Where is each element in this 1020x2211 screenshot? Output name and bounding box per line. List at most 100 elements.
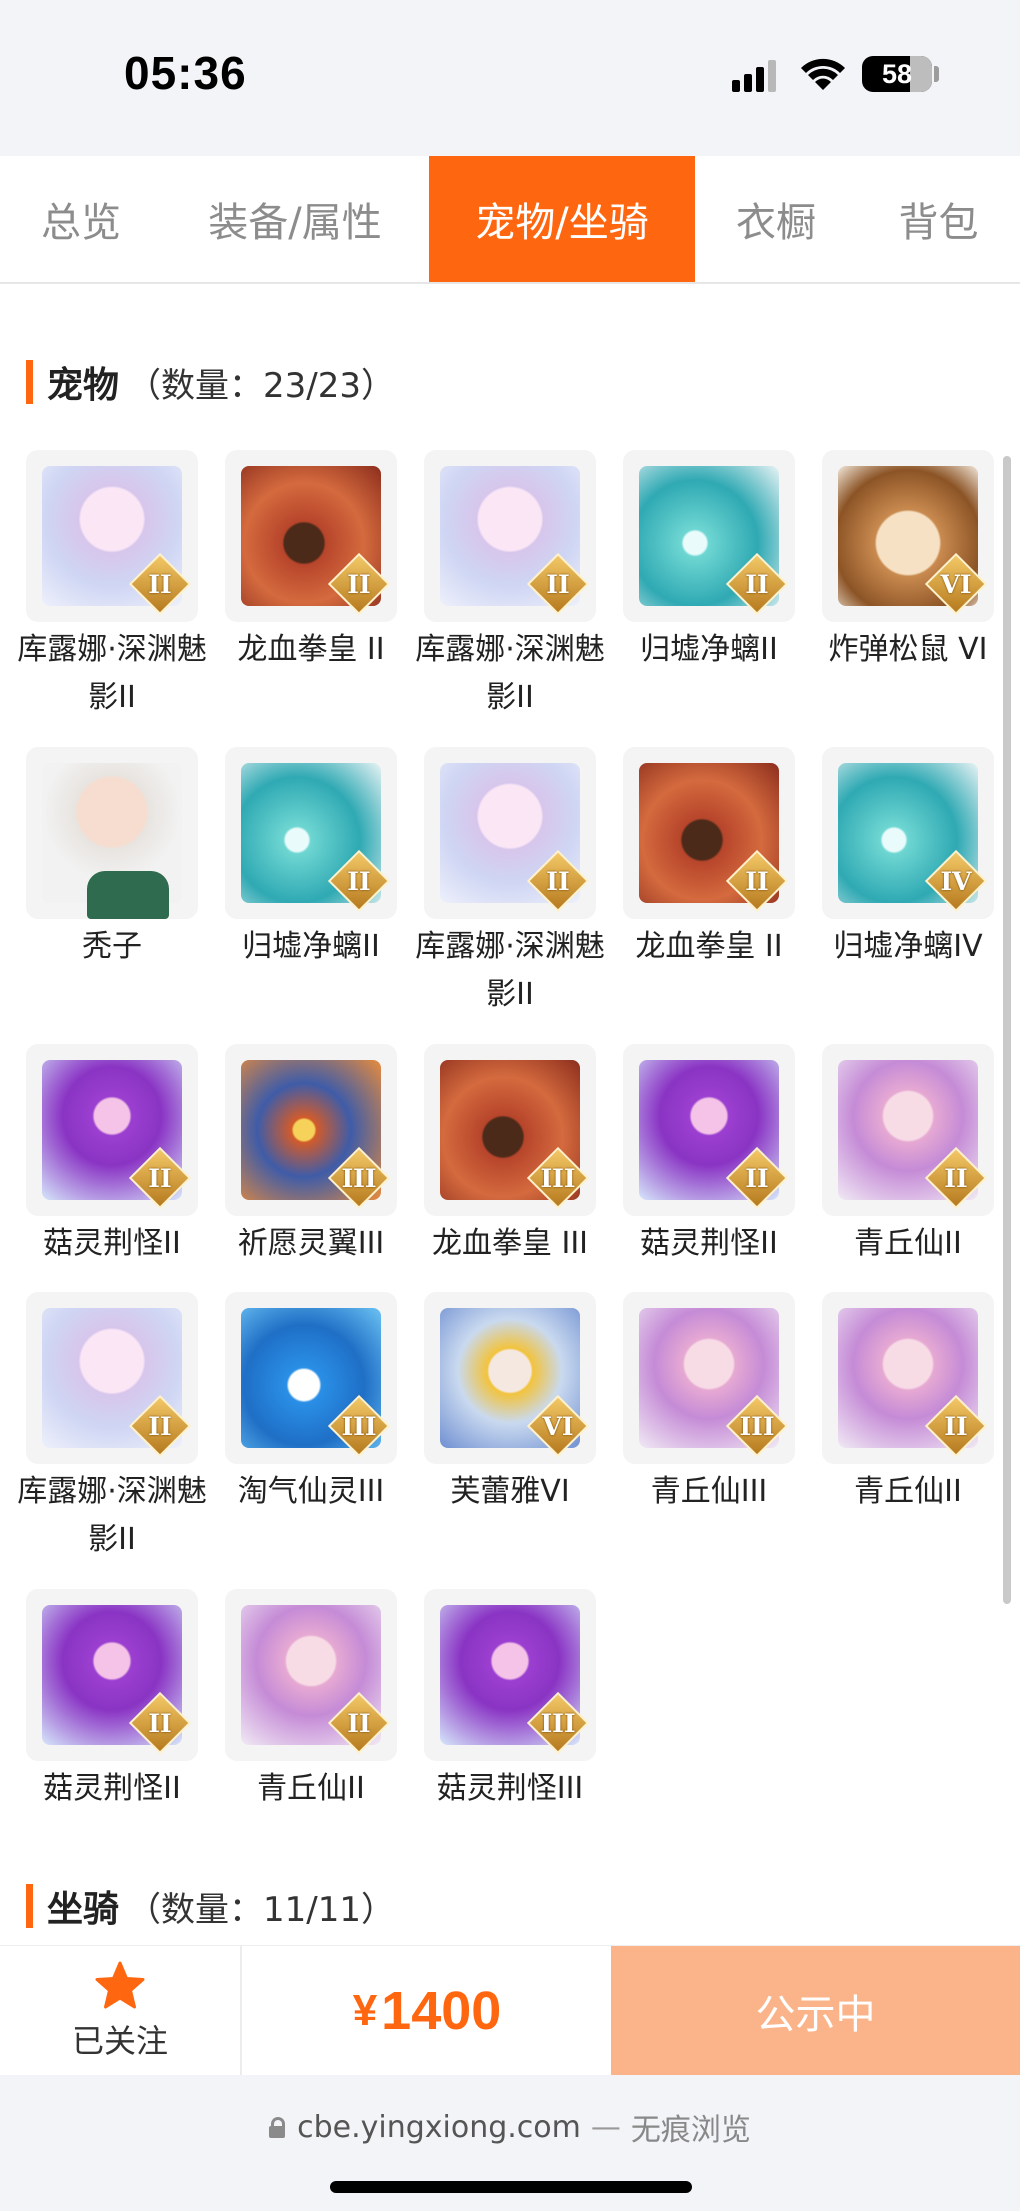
pet-card[interactable]: II 菇灵荆怪II	[26, 1044, 198, 1268]
pet-card[interactable]: II 归墟净螭II	[225, 747, 397, 971]
pet-icon[interactable]: II	[623, 747, 795, 919]
rank-numeral: II	[745, 1163, 769, 1193]
pet-card[interactable]: III 菇灵荆怪III	[424, 1589, 596, 1813]
rank-badge-icon: II	[327, 849, 391, 913]
pet-name: 淘气仙灵III	[237, 1474, 385, 1509]
pet-card[interactable]: II 青丘仙II	[225, 1589, 397, 1813]
publicity-status-button[interactable]: 公示中	[611, 1946, 1020, 2076]
rank-numeral: II	[347, 866, 371, 896]
pet-card[interactable]: II 菇灵荆怪II	[26, 1589, 198, 1813]
pet-card[interactable]: II 青丘仙II	[822, 1044, 994, 1268]
rank-badge-icon: II	[526, 849, 590, 913]
pet-name: 青丘仙II	[854, 1474, 962, 1509]
rank-badge-icon: IV	[924, 849, 988, 913]
rank-numeral: II	[347, 569, 371, 599]
pet-card[interactable]: III 淘气仙灵III	[225, 1292, 397, 1516]
pet-name: 炸弹松鼠 VI	[828, 632, 988, 667]
rank-badge-icon: II	[924, 1146, 988, 1210]
rank-badge-icon: II	[924, 1394, 988, 1458]
status-bar: 05:36 58	[0, 0, 1020, 156]
tab-overview[interactable]: 总览	[0, 156, 162, 282]
pet-name: 归墟净螭II	[242, 929, 380, 964]
pet-icon[interactable]: II	[26, 1589, 198, 1761]
rank-numeral: II	[944, 1163, 968, 1193]
lock-icon	[269, 2117, 286, 2138]
pet-card[interactable]: III 祈愿灵翼III	[225, 1044, 397, 1268]
pet-card[interactable]: VI 炸弹松鼠 VI	[822, 450, 994, 674]
tab-equipment[interactable]: 装备/属性	[162, 156, 428, 282]
pet-name: 青丘仙II	[854, 1226, 962, 1261]
rank-badge-icon: III	[327, 1146, 391, 1210]
pet-icon[interactable]: VI	[424, 1292, 596, 1464]
rank-numeral: II	[347, 1708, 371, 1738]
address-display[interactable]: cbe.yingxiong.com — 无痕浏览	[0, 2105, 1020, 2149]
pet-icon[interactable]: III	[623, 1292, 795, 1464]
mounts-section-count: （数量：11/11）	[127, 1889, 395, 1930]
tab-bar: 总览 装备/属性 宠物/坐骑 衣橱 背包	[0, 156, 1020, 284]
price: ¥ 1400	[244, 1946, 610, 2076]
pet-card[interactable]: II 龙血拳皇 II	[225, 450, 397, 674]
rank-badge-icon: II	[128, 1691, 192, 1755]
pet-card[interactable]: IV 归墟净螭IV	[822, 747, 994, 971]
pet-icon[interactable]: IV	[822, 747, 994, 919]
rank-badge-icon: VI	[924, 552, 988, 616]
pet-name: 芙蕾雅VI	[450, 1474, 570, 1509]
pet-icon[interactable]	[26, 747, 198, 919]
battery-tip	[934, 66, 939, 82]
pet-icon[interactable]: II	[623, 1044, 795, 1216]
pet-icon[interactable]: III	[424, 1044, 596, 1216]
pet-icon[interactable]: III	[225, 1044, 397, 1216]
pet-card[interactable]: II 库露娜·深渊魅影II	[415, 747, 605, 1019]
rank-numeral: II	[148, 1708, 172, 1738]
pet-card[interactable]: II 库露娜·深渊魅影II	[17, 450, 207, 722]
pet-name: 归墟净螭IV	[833, 929, 983, 964]
pet-icon[interactable]: VI	[822, 450, 994, 622]
pet-name: 库露娜·深渊魅影II	[415, 632, 605, 715]
rank-badge-icon: II	[327, 1691, 391, 1755]
pet-card[interactable]: II 青丘仙II	[822, 1292, 994, 1516]
rank-badge-icon: III	[327, 1394, 391, 1458]
pet-card[interactable]: II 龙血拳皇 II	[623, 747, 795, 971]
rank-numeral: III	[540, 1708, 576, 1738]
pet-icon[interactable]: II	[424, 747, 596, 919]
pets-section-header: 宠物 （数量：23/23）	[26, 358, 395, 406]
pet-icon[interactable]: II	[225, 450, 397, 622]
battery-level: 58	[881, 58, 913, 89]
tab-backpack[interactable]: 背包	[857, 156, 1020, 282]
pet-icon[interactable]: II	[822, 1044, 994, 1216]
pet-card[interactable]: II 菇灵荆怪II	[623, 1044, 795, 1268]
scrollbar[interactable]	[1003, 456, 1011, 1604]
pet-name: 龙血拳皇 III	[431, 1226, 589, 1261]
pet-card[interactable]: II 归墟净螭II	[623, 450, 795, 674]
pet-card[interactable]: VI 芙蕾雅VI	[424, 1292, 596, 1516]
pet-card[interactable]: II 库露娜·深渊魅影II	[17, 1292, 207, 1564]
section-accent-bar	[26, 1884, 33, 1928]
pet-icon[interactable]: II	[26, 1292, 198, 1464]
pet-icon[interactable]: II	[225, 1589, 397, 1761]
pet-icon[interactable]: II	[26, 1044, 198, 1216]
pet-icon[interactable]: II	[623, 450, 795, 622]
pet-icon[interactable]: II	[822, 1292, 994, 1464]
mounts-section-title: 坐骑	[47, 1889, 120, 1930]
follow-button[interactable]: 已关注	[0, 1946, 242, 2076]
pets-section-title: 宠物	[47, 365, 120, 406]
pet-icon[interactable]: II	[225, 747, 397, 919]
pet-name: 菇灵荆怪II	[640, 1226, 778, 1261]
pet-card[interactable]: 秃子	[26, 747, 198, 971]
price-value: 1400	[381, 1981, 502, 2041]
pet-portrait	[42, 763, 182, 919]
pet-icon[interactable]: II	[26, 450, 198, 622]
tab-wardrobe[interactable]: 衣橱	[695, 156, 857, 282]
pet-name: 归墟净螭II	[640, 632, 778, 667]
star-icon	[95, 1961, 145, 2009]
pet-icon[interactable]: III	[424, 1589, 596, 1761]
pet-card[interactable]: III 青丘仙III	[623, 1292, 795, 1516]
pet-card[interactable]: III 龙血拳皇 III	[424, 1044, 596, 1268]
pet-icon[interactable]: II	[424, 450, 596, 622]
tab-pets-mounts[interactable]: 宠物/坐骑	[429, 156, 695, 282]
pet-name: 库露娜·深渊魅影II	[17, 1474, 207, 1557]
home-indicator[interactable]	[330, 2181, 692, 2193]
pet-card[interactable]: II 库露娜·深渊魅影II	[415, 450, 605, 722]
pet-name: 祈愿灵翼III	[237, 1226, 385, 1261]
pet-icon[interactable]: III	[225, 1292, 397, 1464]
